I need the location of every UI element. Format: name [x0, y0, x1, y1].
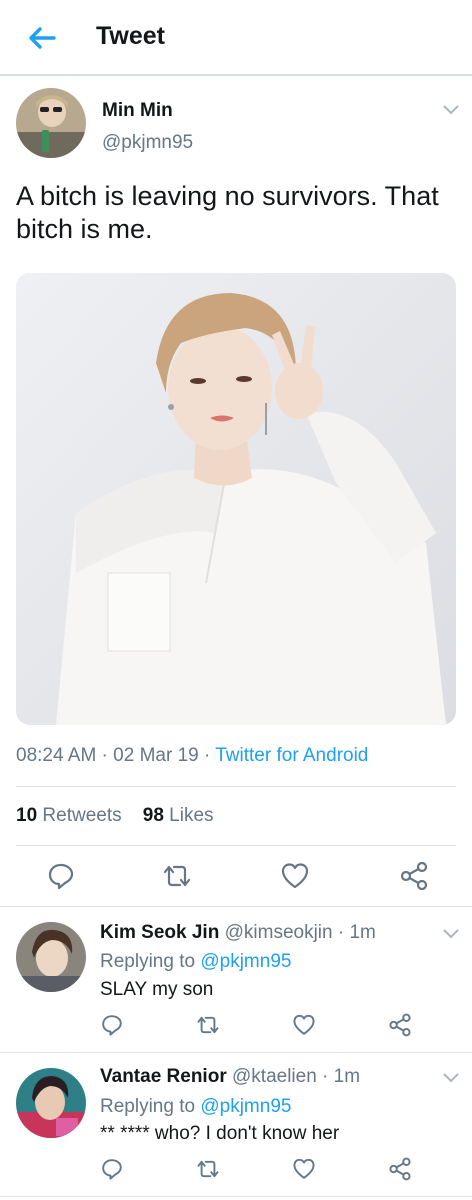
tweet-stats: 10 Retweets 98 Likes	[16, 805, 214, 827]
reply-icon[interactable]	[100, 1157, 124, 1181]
arrow-left-icon[interactable]	[24, 20, 60, 56]
retweet-icon[interactable]	[162, 861, 192, 891]
reply-author-handle[interactable]: @kimseokjin · 1m	[225, 922, 376, 943]
reply-icon[interactable]	[46, 861, 76, 891]
share-icon[interactable]	[399, 861, 429, 891]
reply-header: Kim Seok Jin @kimseokjin · 1m	[100, 922, 376, 944]
replying-to: Replying to @pkjmn95	[100, 951, 291, 973]
replying-label: Replying to	[100, 1096, 201, 1117]
tweet-photo[interactable]	[16, 273, 456, 725]
top-bar: Tweet	[0, 0, 472, 76]
reply-author-handle[interactable]: @ktaelien · 1m	[232, 1066, 360, 1087]
chevron-down-icon[interactable]	[442, 104, 460, 116]
divider	[16, 786, 456, 787]
replying-label: Replying to	[100, 951, 201, 972]
tweet-source-link[interactable]: Twitter for Android	[215, 745, 368, 766]
tweet-timestamp: 08:24 AM · 02 Mar 19 · Twitter for Andro…	[16, 745, 368, 767]
retweets-stat[interactable]: 10 Retweets	[16, 805, 122, 826]
page-title: Tweet	[96, 22, 165, 50]
reply-avatar[interactable]	[16, 922, 86, 992]
tweet-text: A bitch is leaving no survivors. That bi…	[16, 181, 439, 244]
share-icon[interactable]	[388, 1157, 412, 1181]
replying-handle-link[interactable]: @pkjmn95	[200, 951, 291, 972]
divider	[16, 845, 456, 846]
timestamp-text: 08:24 AM · 02 Mar 19 ·	[16, 745, 216, 766]
replying-to: Replying to @pkjmn95	[100, 1096, 291, 1118]
like-icon[interactable]	[292, 1157, 316, 1181]
chevron-down-icon[interactable]	[442, 928, 460, 940]
author-name[interactable]: Min Min	[102, 100, 173, 122]
chevron-down-icon[interactable]	[442, 1072, 460, 1084]
reply-author-name[interactable]: Kim Seok Jin	[100, 922, 219, 943]
reply-text: SLAY my son	[100, 979, 214, 1000]
reply-header: Vantae Renior @ktaelien · 1m	[100, 1066, 360, 1088]
replying-handle-link[interactable]: @pkjmn95	[200, 1096, 291, 1117]
likes-label: Likes	[169, 805, 214, 826]
reply-author-name[interactable]: Vantae Renior	[100, 1066, 227, 1087]
retweets-count: 10	[16, 805, 38, 826]
reply-text: ** **** who? I don't know her	[100, 1123, 340, 1144]
author-avatar[interactable]	[16, 88, 86, 158]
share-icon[interactable]	[388, 1013, 412, 1037]
like-icon[interactable]	[280, 861, 310, 891]
reply-avatar[interactable]	[16, 1068, 86, 1138]
author-handle[interactable]: @pkjmn95	[102, 132, 193, 154]
reply-separator	[0, 1196, 472, 1197]
retweets-label: Retweets	[42, 805, 122, 826]
section-separator	[0, 906, 472, 907]
reply-icon[interactable]	[100, 1013, 124, 1037]
like-icon[interactable]	[292, 1013, 316, 1037]
likes-count: 98	[142, 805, 164, 826]
retweet-icon[interactable]	[196, 1013, 220, 1037]
reply-separator	[0, 1052, 472, 1053]
likes-stat[interactable]: 98 Likes	[143, 805, 214, 826]
retweet-icon[interactable]	[196, 1157, 220, 1181]
